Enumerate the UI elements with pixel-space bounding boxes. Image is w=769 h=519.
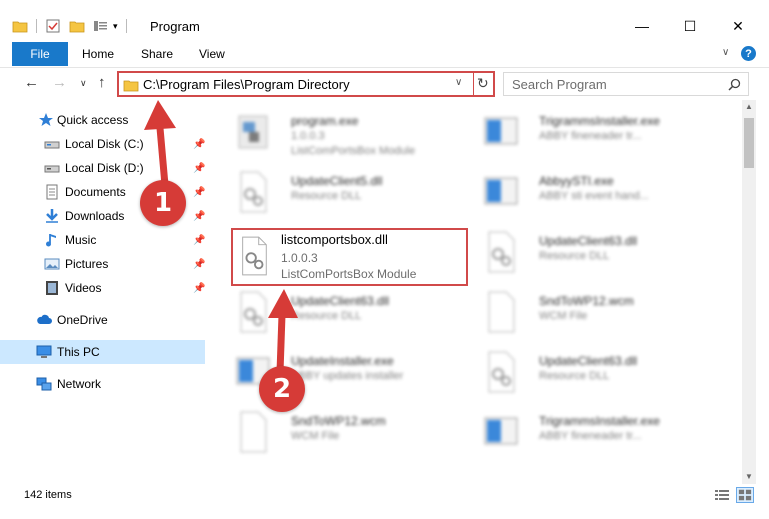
annotation-arrow-2 [268, 289, 298, 373]
annotation-badge-1: 1 [140, 180, 186, 226]
annotation-arrow-1 [144, 100, 176, 186]
annotation-overlay [144, 100, 298, 373]
annotation-badge-2: 2 [259, 366, 305, 412]
